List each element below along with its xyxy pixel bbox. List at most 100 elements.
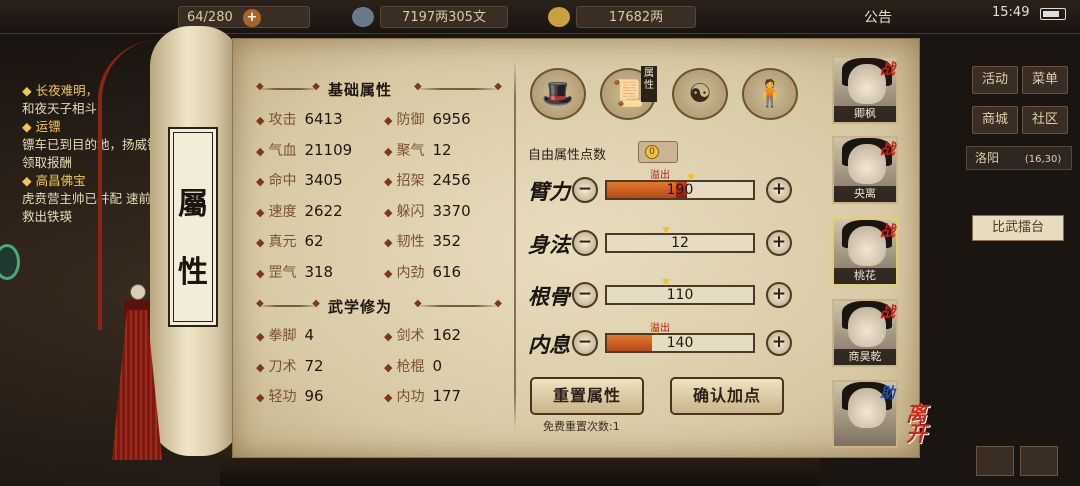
stat-value: 4 [304, 326, 315, 344]
attr-bar: 110 [605, 279, 755, 305]
stat-row: ◆ 速度 2622 [256, 202, 343, 222]
menu-button[interactable]: 菜单 [1022, 66, 1068, 94]
stat-label: 聚气 [396, 142, 425, 159]
meridian-figure-icon[interactable]: 🧍 [742, 68, 798, 120]
attr-value: 140 [666, 335, 694, 351]
bottom-right-buttons[interactable] [976, 446, 1066, 480]
yin-yang-icon[interactable]: ☯ [672, 68, 728, 120]
stat-value: 2456 [432, 171, 471, 189]
portrait-name: 商昊乾 [834, 349, 896, 365]
stat-row: ◆ 气血 21109 [256, 141, 352, 161]
stat-value: 6413 [304, 110, 343, 128]
stat-label: 罡气 [268, 264, 297, 281]
stat-label: 防御 [396, 112, 425, 128]
stat-value: 2622 [304, 201, 343, 220]
activity-button[interactable]: 活动 [972, 66, 1018, 94]
tab-active-label: 属性 [641, 66, 657, 102]
stat-row: ◆ 攻击 6413 [256, 110, 343, 130]
stat-row: ◆ 躲闪 3370 [384, 202, 471, 222]
copper-counter: 7197两305文 [380, 6, 508, 28]
battery-icon [1040, 8, 1066, 20]
free-points-label: 自由属性点数 [528, 148, 607, 163]
silver-ingot-icon [548, 7, 570, 27]
diamond-icon: ◆ [256, 266, 265, 280]
stat-label: 真元 [268, 234, 297, 250]
stat-value: 96 [304, 387, 324, 405]
fight-tag: 战 [880, 222, 896, 240]
stat-label: 轻功 [268, 389, 297, 405]
stamina-counter: 64/280 + [178, 6, 310, 28]
attr-value: 110 [666, 287, 694, 303]
stat-row: ◆ 刀术 72 [256, 357, 324, 377]
clock: 15:49 [992, 5, 1030, 20]
hat-icon[interactable]: 🎩 [530, 68, 586, 120]
plus-button[interactable]: + [766, 282, 792, 308]
stat-row: ◆ 招架 2456 [384, 171, 471, 191]
stat-value: 6956 [432, 110, 471, 128]
diamond-icon: ◆ [384, 236, 393, 249]
reset-attributes-button[interactable]: 重置属性 [530, 377, 644, 415]
plus-button[interactable]: + [766, 330, 792, 356]
overflow-label: 溢出 [650, 323, 670, 334]
stat-label: 拳脚 [268, 328, 297, 344]
minus-button[interactable]: − [572, 230, 598, 256]
diamond-icon: ◆ [384, 175, 393, 188]
section-rule [256, 81, 320, 92]
stat-row: ◆ 聚气 12 [384, 141, 452, 161]
minus-button[interactable]: − [572, 282, 598, 308]
stat-label: 命中 [268, 173, 297, 189]
plus-button[interactable]: + [766, 230, 792, 256]
bottom-button[interactable] [976, 446, 1014, 476]
minus-button[interactable]: − [572, 177, 598, 203]
location-coords: (16,30) [1024, 154, 1062, 165]
community-button[interactable]: 社区 [1022, 106, 1068, 134]
stat-row: ◆ 罡气 318 [256, 263, 333, 283]
overflow-label: 溢出 [650, 170, 670, 181]
stat-label: 内功 [396, 389, 425, 405]
stat-value: 3405 [304, 171, 343, 189]
diamond-icon: ◆ [384, 266, 393, 280]
silver-value: 17682两 [608, 10, 664, 25]
stat-label: 内劲 [396, 264, 425, 281]
confirm-points-button[interactable]: 确认加点 [670, 377, 784, 415]
attr-name: 臂力 [528, 179, 570, 204]
stat-value: 72 [304, 356, 324, 375]
fight-tag: 战 [880, 303, 896, 321]
diamond-icon: ◆ [384, 205, 393, 219]
location-name: 洛阳 [975, 151, 1000, 165]
stat-row: ◆ 命中 3405 [256, 171, 343, 191]
stat-label: 招架 [396, 173, 425, 189]
notice-button[interactable]: 公告 [864, 7, 892, 27]
stat-label: 气血 [268, 142, 297, 159]
stat-value: 3370 [432, 201, 471, 220]
stat-row: ◆ 枪棍 0 [384, 357, 442, 377]
stat-label: 躲闪 [396, 203, 425, 220]
attr-value: 190 [666, 182, 694, 198]
diamond-icon: ◆ [384, 114, 393, 127]
stat-row: ◆ 防御 6956 [384, 110, 471, 130]
copper-coin-icon [352, 7, 374, 27]
shop-button[interactable]: 商城 [972, 106, 1018, 134]
diamond-icon: ◆ [256, 236, 265, 249]
silver-counter: 17682两 [576, 6, 696, 28]
section-title-base: 基础属性 [328, 81, 393, 99]
diamond-icon: ◆ [256, 360, 265, 374]
stat-row: ◆ 拳脚 4 [256, 326, 314, 346]
add-stamina-button[interactable]: + [242, 9, 261, 27]
stat-value: 318 [304, 262, 334, 281]
leave-button[interactable]: 离开 [906, 403, 946, 444]
stat-label: 速度 [268, 203, 297, 220]
location-display[interactable]: 洛阳 (16,30) [966, 146, 1072, 170]
stat-label: 枪棍 [396, 358, 425, 375]
top-resource-bar: 64/280 + 7197两305文 17682两 公告 15:49 [0, 0, 1080, 34]
arena-button[interactable]: 比武擂台 [972, 215, 1064, 241]
minus-button[interactable]: − [572, 330, 598, 356]
diamond-icon: ◆ [256, 330, 265, 343]
marker-icon [662, 279, 671, 286]
stat-label: 韧性 [396, 234, 425, 250]
plus-button[interactable]: + [766, 177, 792, 203]
diamond-icon: ◆ [384, 330, 393, 343]
bottom-button[interactable] [1020, 446, 1058, 476]
stat-label: 攻击 [268, 112, 297, 128]
portrait-name: 央离 [834, 186, 896, 202]
